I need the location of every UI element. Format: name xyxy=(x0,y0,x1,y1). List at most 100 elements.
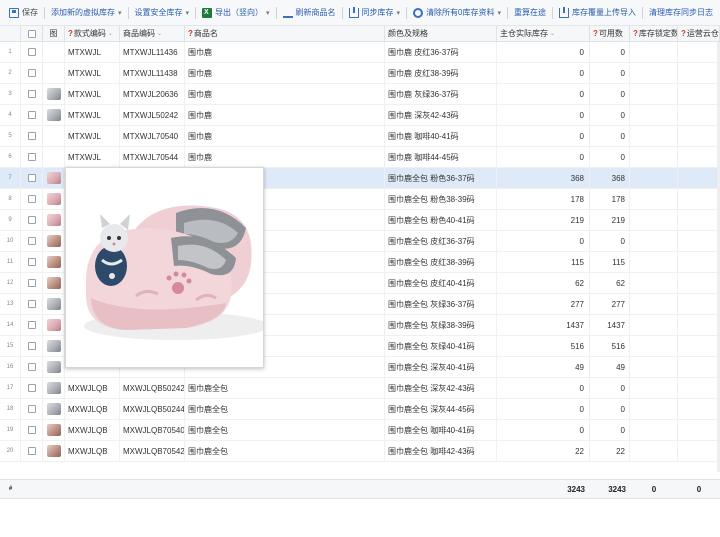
sort-icon[interactable]: ⌄ xyxy=(157,30,162,37)
help-icon[interactable]: ? xyxy=(593,29,598,38)
sort-icon[interactable]: ⌄ xyxy=(550,30,555,37)
table-row[interactable]: 5 MTXWJL MTXWJL70540 围巾鹿 围巾鹿 咖啡40-41码 0 0 xyxy=(0,126,720,147)
row-image-cell[interactable] xyxy=(43,420,65,440)
product-thumbnail[interactable] xyxy=(46,172,61,184)
row-checkbox[interactable] xyxy=(27,258,36,266)
product-thumbnail[interactable] xyxy=(46,382,61,394)
product-thumbnail[interactable] xyxy=(46,340,61,352)
product-thumbnail[interactable] xyxy=(46,319,61,331)
row-select-cell[interactable] xyxy=(21,420,43,440)
row-select-cell[interactable] xyxy=(21,84,43,104)
row-select-cell[interactable] xyxy=(21,336,43,356)
product-thumbnail[interactable] xyxy=(46,445,61,457)
row-checkbox[interactable] xyxy=(27,195,36,203)
row-select-cell[interactable] xyxy=(21,273,43,293)
sort-icon[interactable]: ⌄ xyxy=(108,30,113,37)
toolbar-button-9[interactable]: 库存覆量上传导入 xyxy=(556,4,639,22)
row-checkbox[interactable] xyxy=(27,384,36,392)
help-icon[interactable]: ? xyxy=(188,29,193,38)
header-available[interactable]: ? 可用数 xyxy=(590,26,630,41)
table-row[interactable]: 18 MXWJLQB MXWJLQB50244 围巾鹿全包 围巾鹿全包 深灰44-45码… xyxy=(0,399,720,420)
toolbar-button-2[interactable]: 添加新的虚拟库存 ▾ xyxy=(48,4,125,22)
row-checkbox[interactable] xyxy=(27,90,36,98)
row-checkbox[interactable] xyxy=(27,237,36,245)
row-checkbox[interactable] xyxy=(27,279,36,287)
table-row[interactable]: 4 MTXWJL MTXWJL50242 围巾鹿 围巾鹿 深灰42-43码 0 0 xyxy=(0,105,720,126)
table-row[interactable]: 20 MXWJLQB MXWJLQB70542 围巾鹿全包 围巾鹿全包 咖啡42-43码… xyxy=(0,441,720,462)
row-checkbox[interactable] xyxy=(27,300,36,308)
chevron-down-icon[interactable]: ▾ xyxy=(397,9,401,17)
row-checkbox[interactable] xyxy=(27,174,36,182)
table-row[interactable]: 1 MTXWJL MTXWJL11436 围巾鹿 围巾鹿 皮红36-37码 0 0 xyxy=(0,42,720,63)
chevron-down-icon[interactable]: ▾ xyxy=(118,9,122,17)
row-image-cell[interactable] xyxy=(43,210,65,230)
table-row[interactable]: 17 MXWJLQB MXWJLQB50242 围巾鹿全包 围巾鹿全包 深灰42-43码… xyxy=(0,378,720,399)
chevron-down-icon[interactable]: ▾ xyxy=(498,9,502,17)
row-checkbox[interactable] xyxy=(27,321,36,329)
table-row[interactable]: 6 MTXWJL MTXWJL70544 围巾鹿 围巾鹿 咖啡44-45码 0 0 xyxy=(0,147,720,168)
row-image-cell[interactable] xyxy=(43,42,65,62)
row-checkbox[interactable] xyxy=(27,69,36,77)
row-select-cell[interactable] xyxy=(21,210,43,230)
row-image-cell[interactable] xyxy=(43,441,65,461)
row-image-cell[interactable] xyxy=(43,168,65,188)
toolbar-button-4[interactable]: 导出（竖向）▾ xyxy=(199,4,273,22)
row-select-cell[interactable] xyxy=(21,126,43,146)
row-checkbox[interactable] xyxy=(27,447,36,455)
toolbar-button-10[interactable]: 清理库存同步日志 xyxy=(646,4,716,22)
header-color-spec[interactable]: 颜色及规格 xyxy=(385,26,497,41)
row-checkbox[interactable] xyxy=(27,48,36,56)
select-all-checkbox[interactable] xyxy=(27,29,36,38)
row-select-cell[interactable] xyxy=(21,252,43,272)
product-thumbnail[interactable] xyxy=(46,298,61,310)
row-checkbox[interactable] xyxy=(27,111,36,119)
row-image-cell[interactable] xyxy=(43,357,65,377)
product-thumbnail[interactable] xyxy=(46,88,61,100)
product-thumbnail[interactable] xyxy=(46,109,61,121)
row-select-cell[interactable] xyxy=(21,168,43,188)
row-select-cell[interactable] xyxy=(21,441,43,461)
row-image-cell[interactable] xyxy=(43,315,65,335)
row-checkbox[interactable] xyxy=(27,132,36,140)
product-thumbnail[interactable] xyxy=(46,256,61,268)
row-image-cell[interactable] xyxy=(43,294,65,314)
product-thumbnail[interactable] xyxy=(46,361,61,373)
help-icon[interactable]: ? xyxy=(681,29,686,38)
product-thumbnail[interactable] xyxy=(46,277,61,289)
product-thumbnail[interactable] xyxy=(46,193,61,205)
row-select-cell[interactable] xyxy=(21,399,43,419)
row-select-cell[interactable] xyxy=(21,147,43,167)
toolbar-button-7[interactable]: 清除所有0库存资料 ▾ xyxy=(410,4,504,22)
row-image-cell[interactable] xyxy=(43,231,65,251)
row-select-cell[interactable] xyxy=(21,105,43,125)
chevron-down-icon[interactable]: ▾ xyxy=(186,9,190,17)
help-icon[interactable]: ? xyxy=(68,29,73,38)
row-checkbox[interactable] xyxy=(27,342,36,350)
header-cloud-warehouse[interactable]: ?运营云仓可 xyxy=(678,26,720,41)
row-image-cell[interactable] xyxy=(43,189,65,209)
header-style-code[interactable]: ? 款式编码 ⌄ xyxy=(65,26,120,41)
row-select-cell[interactable] xyxy=(21,357,43,377)
row-image-cell[interactable] xyxy=(43,105,65,125)
row-image-cell[interactable] xyxy=(43,378,65,398)
header-product-code[interactable]: 商品编码 ⌄ xyxy=(120,26,185,41)
table-row[interactable]: 2 MTXWJL MTXWJL11438 围巾鹿 围巾鹿 皮红38-39码 0 0 xyxy=(0,63,720,84)
toolbar-button-6[interactable]: 同步库存 ▾ xyxy=(346,4,404,22)
row-select-cell[interactable] xyxy=(21,42,43,62)
header-select-all[interactable] xyxy=(21,26,43,41)
product-thumbnail[interactable] xyxy=(46,403,61,415)
row-select-cell[interactable] xyxy=(21,231,43,251)
product-thumbnail[interactable] xyxy=(46,424,61,436)
header-product-name[interactable]: ? 商品名 xyxy=(185,26,385,41)
row-select-cell[interactable] xyxy=(21,378,43,398)
product-thumbnail[interactable] xyxy=(46,214,61,226)
row-checkbox[interactable] xyxy=(27,426,36,434)
row-select-cell[interactable] xyxy=(21,315,43,335)
row-image-cell[interactable] xyxy=(43,399,65,419)
row-checkbox[interactable] xyxy=(27,216,36,224)
row-select-cell[interactable] xyxy=(21,189,43,209)
row-image-cell[interactable] xyxy=(43,147,65,167)
header-locked[interactable]: ? 库存锁定数 xyxy=(630,26,678,41)
chevron-down-icon[interactable]: ▾ xyxy=(266,9,270,17)
row-image-cell[interactable] xyxy=(43,252,65,272)
